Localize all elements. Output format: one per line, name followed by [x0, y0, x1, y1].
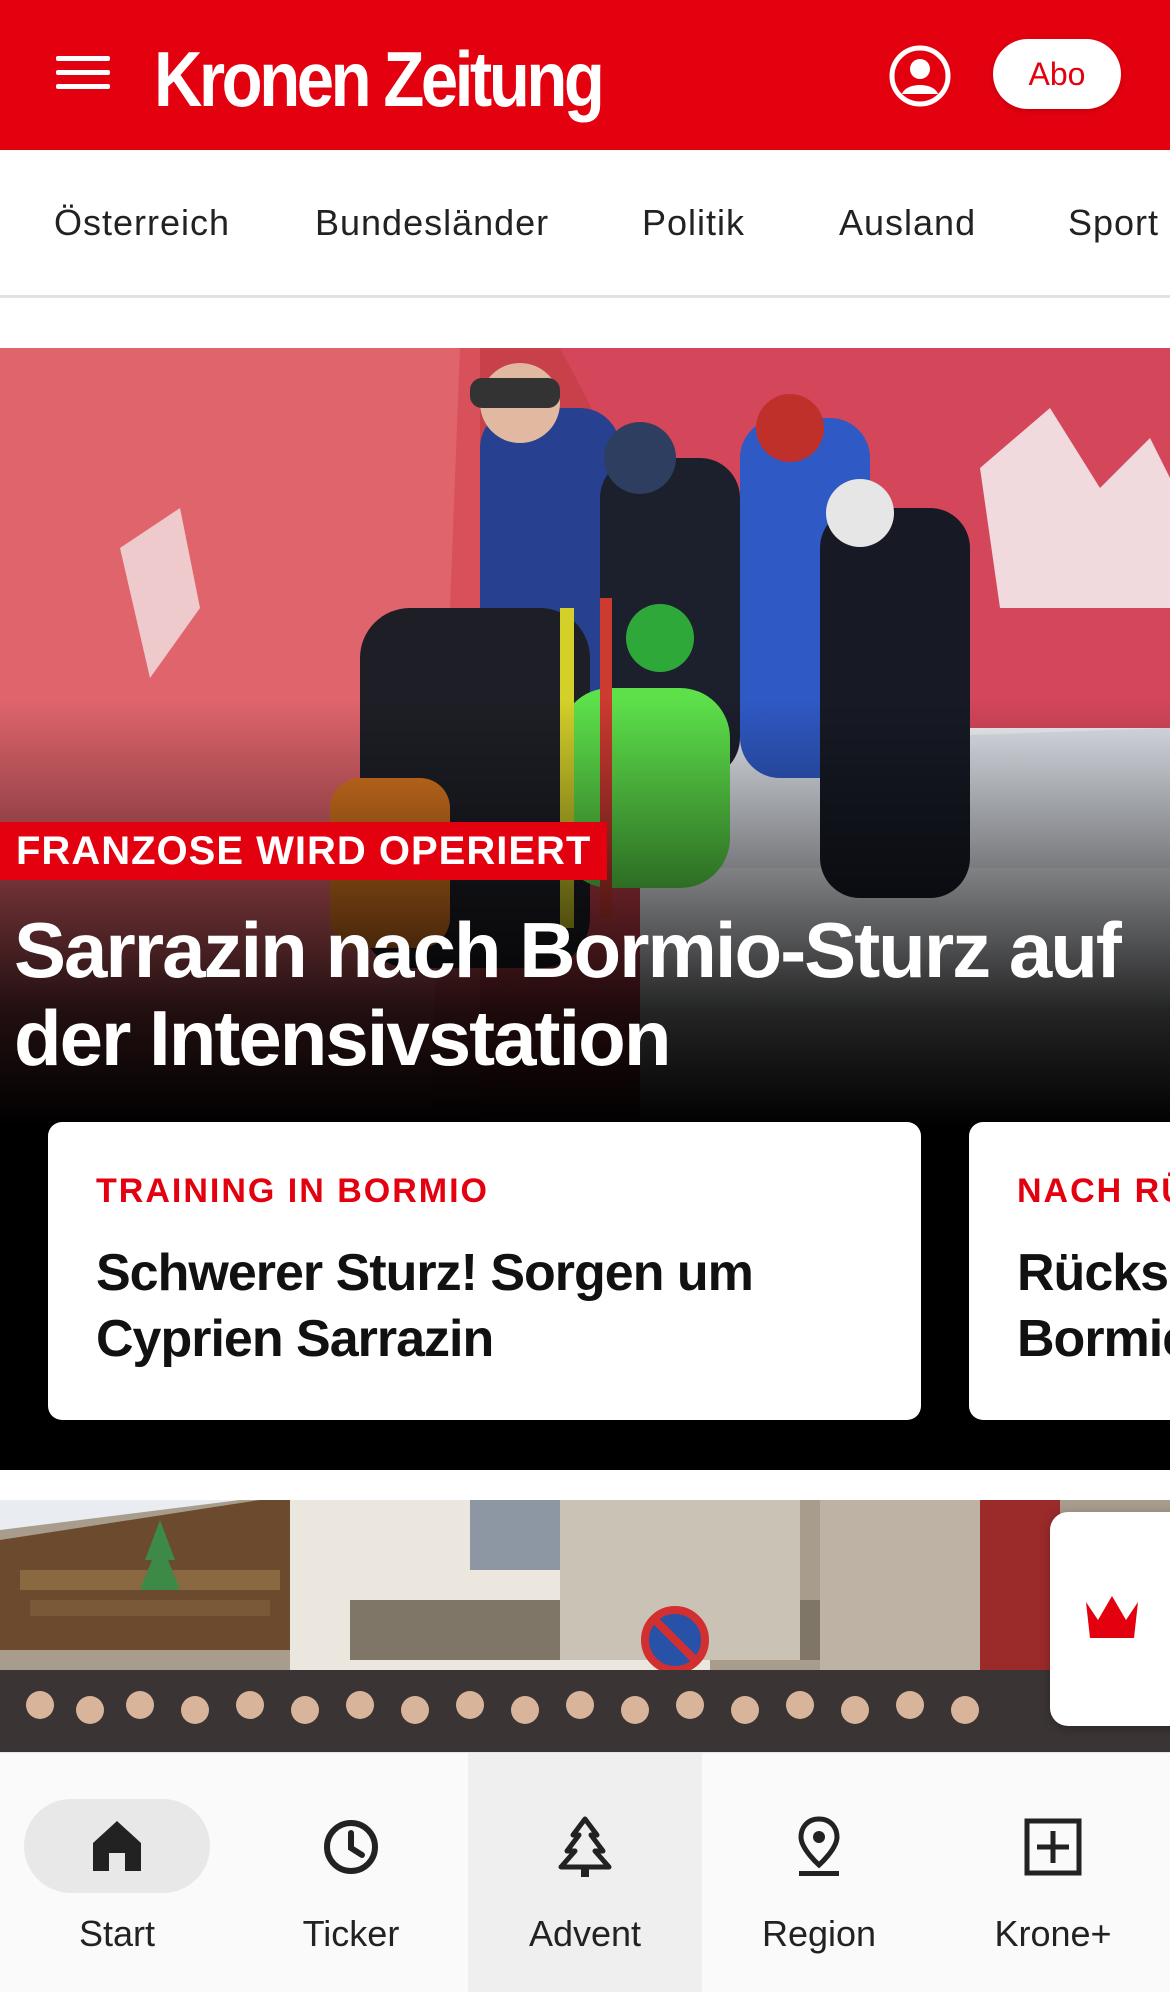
teaser-kicker: NACH RÜ — [1017, 1172, 1170, 1210]
category-politik[interactable]: Politik — [642, 202, 745, 244]
nav-label: Region — [761, 1913, 877, 1954]
hero-kicker: FRANZOSE WIRD OPERIERT — [0, 822, 608, 880]
category-sport[interactable]: Sport — [1068, 202, 1159, 244]
clock-icon — [324, 1820, 378, 1874]
teaser-card[interactable]: TRAINING IN BORMIO Schwerer Sturz! Sorge… — [48, 1122, 921, 1420]
teaser-kicker: TRAINING IN BORMIO — [96, 1172, 489, 1210]
nav-label: Advent — [528, 1913, 642, 1954]
account-icon[interactable] — [888, 44, 952, 108]
category-nav: Österreich Bundesländer Politik Ausland … — [0, 150, 1170, 298]
category-oesterreich[interactable]: Österreich — [54, 202, 230, 244]
plus-box-icon — [1024, 1818, 1082, 1876]
krone-plus-badge[interactable] — [1050, 1512, 1170, 1726]
nav-krone-plus[interactable]: Krone+ — [936, 1753, 1170, 1992]
home-icon — [93, 1821, 141, 1871]
nav-label: Krone+ — [994, 1913, 1112, 1954]
teaser-title: Schwerer Sturz! Sorgen um Cyprien Sarraz… — [96, 1244, 754, 1368]
nav-region[interactable]: Region — [702, 1753, 936, 1992]
category-bundeslaender[interactable]: Bundesländer — [315, 202, 549, 244]
site-logo[interactable]: Kronen Zeitung — [154, 36, 605, 122]
abo-button[interactable]: Abo — [993, 39, 1121, 109]
nav-advent[interactable]: Advent — [468, 1753, 702, 1992]
tree-icon — [558, 1816, 612, 1877]
article-photo[interactable] — [0, 1500, 1170, 1760]
menu-icon[interactable] — [52, 52, 116, 96]
nav-start[interactable]: Start — [0, 1753, 234, 1992]
hero-headline[interactable]: Sarrazin nach Bormio-Sturz auf der Inten… — [14, 906, 1134, 1082]
nav-ticker[interactable]: Ticker — [234, 1753, 468, 1992]
crown-icon — [1086, 1596, 1138, 1638]
location-pin-icon — [798, 1816, 840, 1876]
category-ausland[interactable]: Ausland — [839, 202, 976, 244]
bottom-nav: Start Ticker Advent Region Krone+ — [0, 1752, 1170, 1992]
teaser-card[interactable]: NACH RÜ Rücks Bormic — [969, 1122, 1170, 1420]
hero-article[interactable]: FRANZOSE WIRD OPERIERT Sarrazin nach Bor… — [0, 348, 1170, 1470]
teaser-title: Rücks Bormic — [1017, 1244, 1170, 1368]
nav-label: Ticker — [302, 1913, 400, 1954]
nav-label: Start — [78, 1913, 156, 1954]
app-header: Kronen Zeitung Abo — [0, 0, 1170, 150]
